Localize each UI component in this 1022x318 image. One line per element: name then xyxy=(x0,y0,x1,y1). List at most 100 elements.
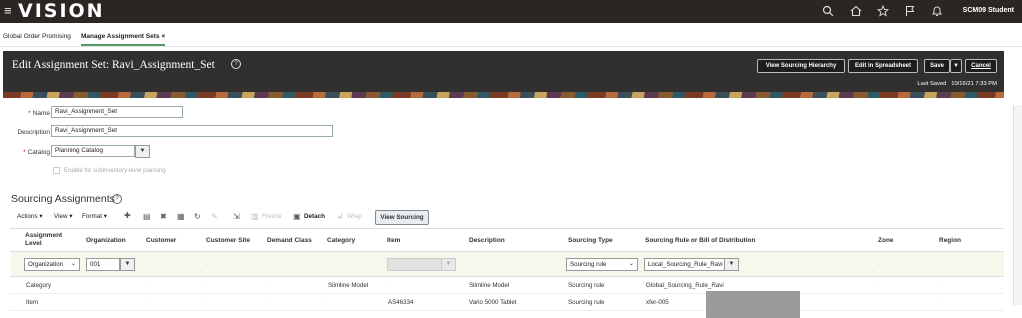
column-header-demand-class[interactable]: Demand Class xyxy=(267,237,312,244)
catalog-dropdown-icon[interactable]: ▼ xyxy=(135,145,150,158)
empty-cell: . xyxy=(146,282,148,289)
side-panel-handle[interactable] xyxy=(1013,105,1022,305)
close-icon[interactable]: × xyxy=(161,33,165,40)
name-label-text: Name xyxy=(32,110,50,117)
empty-cell: . xyxy=(939,260,941,267)
freeze-icon[interactable]: ▥ xyxy=(251,212,259,221)
empty-cell: . xyxy=(267,282,269,289)
search-icon[interactable] xyxy=(822,5,834,17)
delete-icon[interactable]: ✖ xyxy=(160,212,167,221)
table-row-selected[interactable]: Organization ⌄ 001 ▼ . . . . ▼ . Sourcing… xyxy=(10,252,1004,277)
add-icon[interactable]: ✚ xyxy=(124,211,131,220)
column-header-description[interactable]: Description xyxy=(469,237,505,244)
subinventory-planning-checkbox[interactable] xyxy=(53,167,60,174)
last-saved-status: Last Saved 10/16/21 7:33 PM xyxy=(917,81,997,87)
required-mark: * xyxy=(28,110,31,117)
flag-icon[interactable] xyxy=(904,5,916,17)
column-header-item[interactable]: Item xyxy=(387,237,400,244)
save-button[interactable]: Save xyxy=(924,59,950,73)
freeze-button[interactable]: Freeze xyxy=(262,213,282,220)
empty-cell: . xyxy=(878,282,880,289)
wrap-icon[interactable]: ↲ xyxy=(337,212,344,221)
view-sourcing-hierarchy-button[interactable]: View Sourcing Hierarchy xyxy=(757,59,845,73)
empty-cell: . xyxy=(327,299,329,306)
cell-assignment-level: Item xyxy=(26,299,39,306)
name-label: * Name xyxy=(0,110,50,117)
cell-assignment-level: Category xyxy=(26,282,52,289)
organization-dropdown-icon[interactable]: ▼ xyxy=(120,258,135,271)
page-title: Edit Assignment Set: Ravi_Assignment_Set xyxy=(12,59,215,71)
redaction-overlay xyxy=(706,291,800,318)
table-row[interactable]: Category . . . Slimline Model . Slimline… xyxy=(10,277,1004,294)
home-icon[interactable] xyxy=(850,5,862,17)
catalog-label-text: Catalog xyxy=(27,149,50,156)
subinventory-planning-label: Enable for subinventory-level planning xyxy=(64,168,166,174)
empty-cell: . xyxy=(327,260,329,267)
actions-menu[interactable]: Actions ▾ xyxy=(17,213,43,220)
tab-label: Manage Assignment Sets xyxy=(81,33,160,40)
wrap-button[interactable]: Wrap xyxy=(347,213,362,220)
decorative-banner-stripe xyxy=(3,92,1004,98)
cancel-button[interactable]: Cancel xyxy=(965,59,997,73)
chevron-down-icon: ⌄ xyxy=(628,260,634,267)
empty-cell: . xyxy=(206,299,208,306)
catalog-label: * Catalog xyxy=(0,149,50,156)
sourcing-type-select[interactable]: Sourcing rule ⌄ xyxy=(566,258,638,271)
help-icon[interactable]: ? xyxy=(112,194,122,204)
description-field[interactable]: Ravi_Assignment_Set xyxy=(51,125,333,137)
column-header-sourcing-type[interactable]: Sourcing Type xyxy=(568,237,613,244)
column-header-assignment-level[interactable]: Assignment Level xyxy=(25,232,75,248)
empty-cell: . xyxy=(206,282,208,289)
empty-cell: . xyxy=(387,282,389,289)
empty-cell: . xyxy=(206,260,208,267)
help-icon[interactable]: ? xyxy=(231,59,241,69)
cell-description: Vario 5000 Tablet xyxy=(469,299,517,306)
tab-manage-assignment-sets[interactable]: Manage Assignment Sets × xyxy=(81,33,166,46)
column-header-customer[interactable]: Customer xyxy=(146,237,176,244)
name-field[interactable]: Ravi_Assignment_Set xyxy=(51,106,183,118)
view-menu[interactable]: View ▾ xyxy=(54,213,72,220)
sourcing-rule-dropdown-icon[interactable]: ▼ xyxy=(724,258,739,271)
edit-in-spreadsheet-button[interactable]: Edit in Spreadsheet xyxy=(848,59,918,73)
notifications-bell-icon[interactable] xyxy=(931,5,943,17)
empty-cell: . xyxy=(878,260,880,267)
column-header-zone[interactable]: Zone xyxy=(878,237,894,244)
assignment-level-value: Organization xyxy=(28,261,64,268)
app-logo[interactable]: VISION xyxy=(18,0,105,22)
required-mark: * xyxy=(23,149,26,156)
table-row[interactable]: Item . . . . AS46334 Vario 5000 Tablet S… xyxy=(10,294,1004,311)
column-header-organization[interactable]: Organization xyxy=(86,237,126,244)
detach-button[interactable]: Detach xyxy=(304,213,325,220)
edit-pencil-icon[interactable]: ✎ xyxy=(211,212,218,221)
user-menu[interactable]: SCM09 Student xyxy=(963,7,1014,14)
description-label: Description xyxy=(17,129,50,136)
assignment-level-select[interactable]: Organization ⌄ xyxy=(24,258,80,271)
view-sourcing-button[interactable]: View Sourcing xyxy=(375,210,429,225)
menu-icon[interactable]: ≡ xyxy=(4,3,12,18)
edit-icon[interactable]: ▤ xyxy=(143,212,151,221)
column-header-category[interactable]: Category xyxy=(327,237,355,244)
cell-sourcing-rule: xfer-005 xyxy=(646,299,669,306)
save-menu-chevron-icon[interactable]: ▼ xyxy=(950,59,962,73)
catalog-select[interactable]: Planning Catalog xyxy=(51,145,135,157)
column-header-region[interactable]: Region xyxy=(939,237,961,244)
column-header-customer-site[interactable]: Customer Site xyxy=(206,237,250,244)
export-icon[interactable]: ⇲ xyxy=(233,212,240,221)
cell-sourcing-type: Sourcing rule xyxy=(568,282,605,289)
organization-field[interactable]: 001 xyxy=(86,258,120,271)
cell-description: Slimline Model xyxy=(469,282,510,289)
format-menu[interactable]: Format ▾ xyxy=(82,213,107,220)
sourcing-rule-field[interactable]: Local_Sourcing_Rule_Ravi xyxy=(644,258,725,271)
empty-cell: . xyxy=(939,282,941,289)
detach-icon[interactable]: ▣ xyxy=(293,212,301,221)
favorites-star-icon[interactable] xyxy=(877,5,889,17)
refresh-icon[interactable]: ↻ xyxy=(194,212,201,221)
tab-global-order-promising[interactable]: Global Order Promising xyxy=(3,33,71,40)
cell-item: AS46334 xyxy=(388,299,414,306)
page-header: Edit Assignment Set: Ravi_Assignment_Set… xyxy=(3,51,1004,98)
item-dropdown-icon: ▼ xyxy=(441,258,456,271)
last-saved-value: 10/16/21 7:33 PM xyxy=(951,81,997,87)
column-header-sourcing-rule[interactable]: Sourcing Rule or Bill of Distribution xyxy=(645,237,756,244)
query-by-example-icon[interactable]: ▦ xyxy=(177,212,185,221)
empty-cell: . xyxy=(939,299,941,306)
